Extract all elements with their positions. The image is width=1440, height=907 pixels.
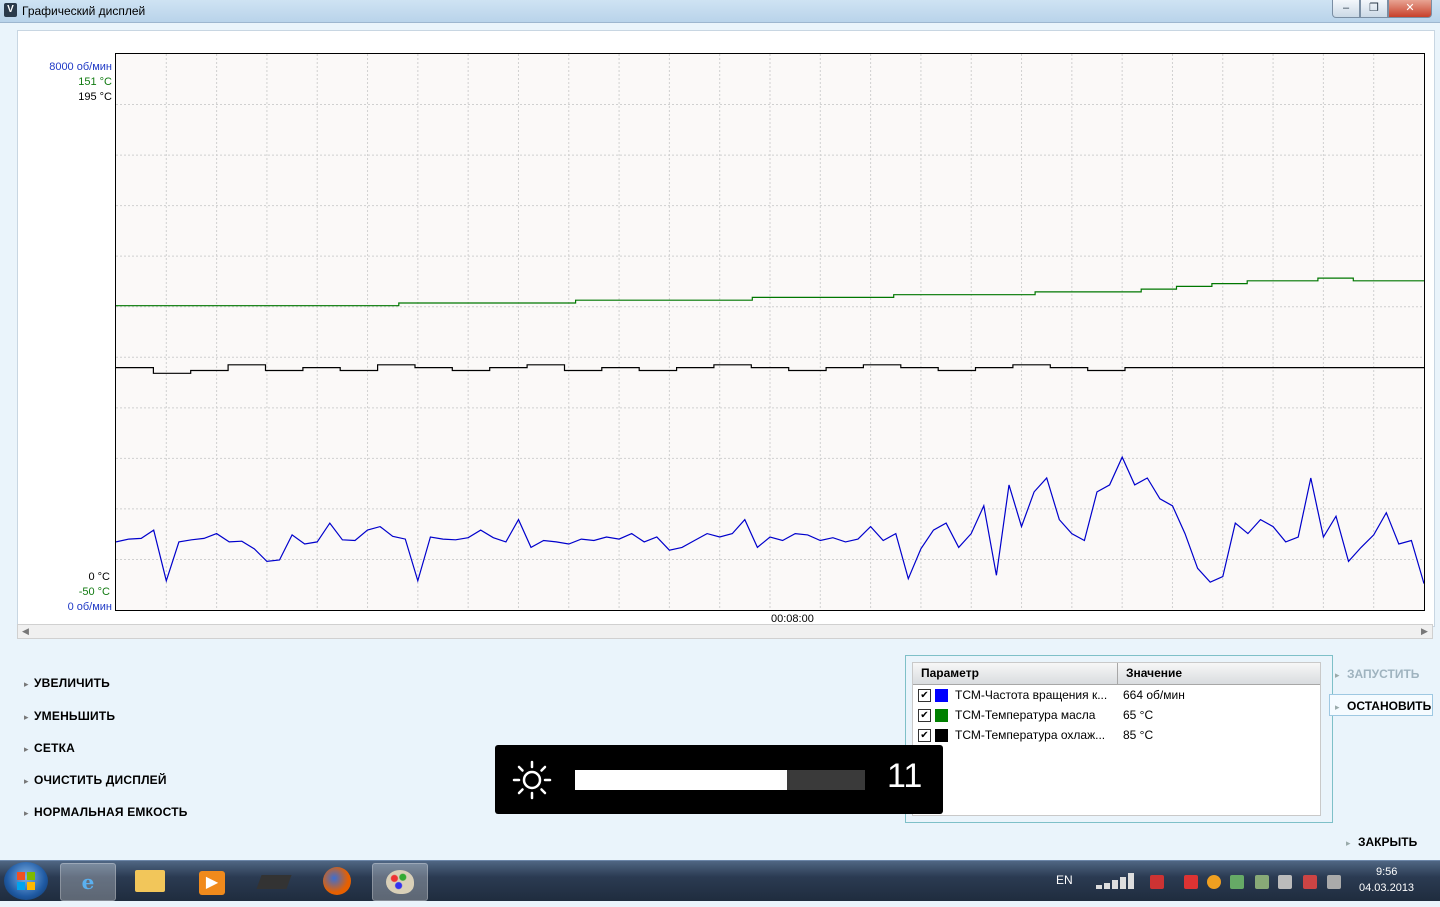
- taskbar-firefox[interactable]: [310, 863, 364, 899]
- clock-time[interactable]: 9:56: [1376, 866, 1397, 878]
- minimize-button[interactable]: –: [1332, 0, 1360, 18]
- axis-top-coolant: 195 °C: [78, 91, 112, 103]
- series-color-swatch: [935, 729, 948, 742]
- column-header-value[interactable]: Значение: [1118, 663, 1320, 684]
- horizontal-scrollbar[interactable]: ◀ ▶: [17, 624, 1433, 639]
- internet-explorer-icon: e: [81, 870, 95, 894]
- close-button[interactable]: ▸ ЗАКРЫТЬ: [1346, 835, 1417, 849]
- tray-utility-icon[interactable]: [1230, 875, 1244, 889]
- brightness-bar-fill: [575, 770, 787, 790]
- taskbar-explorer[interactable]: [123, 863, 177, 899]
- media-player-icon: ▶: [199, 871, 225, 895]
- normal-capacity-button[interactable]: ▸ НОРМАЛЬНАЯ ЕМКОСТЬ: [24, 805, 188, 819]
- stop-button[interactable]: ▸ ОСТАНОВИТЬ: [1335, 699, 1431, 713]
- table-row[interactable]: ✔ ТСМ-Частота вращения к... 664 об/мин: [913, 685, 1320, 705]
- bullet-icon: ▸: [24, 712, 29, 722]
- series-color-swatch: [935, 709, 948, 722]
- window-controls: – ❐ ✕: [1332, 0, 1432, 18]
- taskbar-app[interactable]: [247, 863, 301, 899]
- brightness-icon: [512, 760, 552, 800]
- bullet-icon: ▸: [1346, 838, 1351, 848]
- folder-icon: [135, 870, 165, 892]
- params-table: Параметр Значение ✔ ТСМ-Частота вращения…: [912, 662, 1321, 816]
- axis-top-oil: 151 °C: [78, 76, 112, 88]
- start-button[interactable]: ▸ ЗАПУСТИТЬ: [1335, 667, 1419, 681]
- language-indicator[interactable]: EN: [1056, 873, 1073, 887]
- close-window-button[interactable]: ✕: [1388, 0, 1432, 18]
- param-name: ТСМ-Температура масла: [955, 708, 1096, 722]
- bullet-icon: ▸: [24, 776, 29, 786]
- param-name: ТСМ-Температура охлаж...: [955, 728, 1106, 742]
- close-icon: ✕: [1405, 2, 1415, 14]
- bullet-icon: ▸: [24, 679, 29, 689]
- chart-svg: [115, 54, 1425, 610]
- column-header-param[interactable]: Параметр: [913, 663, 1118, 684]
- app-icon: V: [4, 3, 17, 17]
- param-value: 664 об/мин: [1123, 688, 1185, 702]
- param-value: 65 °C: [1123, 708, 1154, 722]
- bullet-icon: ▸: [24, 808, 29, 818]
- scroll-right-icon[interactable]: ▶: [1417, 625, 1432, 638]
- zoom-in-button[interactable]: ▸ УВЕЛИЧИТЬ: [24, 676, 110, 690]
- table-row[interactable]: ✔ ТСМ-Температура охлаж... 85 °C: [913, 725, 1320, 745]
- taskbar-media-player[interactable]: ▶: [185, 863, 239, 899]
- series-line-0: [115, 455, 1425, 584]
- network-icon[interactable]: [1150, 875, 1164, 889]
- axis-top-rpm: 8000 об/мин: [49, 61, 112, 73]
- bullet-icon: ▸: [1335, 670, 1340, 680]
- param-value: 85 °C: [1123, 728, 1154, 742]
- minimize-icon: –: [1342, 2, 1350, 14]
- signal-strength-icon[interactable]: [1096, 873, 1140, 889]
- wireless-off-icon[interactable]: [1303, 875, 1317, 889]
- taskbar: e ▶ EN 9:56 04.03.2013: [0, 860, 1440, 901]
- clock-date[interactable]: 04.03.2013: [1359, 882, 1414, 894]
- window-title: Графический дисплей: [22, 4, 146, 18]
- axis-bottom-rpm: 0 об/мин: [67, 601, 112, 613]
- tray-device-icon[interactable]: [1255, 875, 1269, 889]
- title-bar: V Графический дисплей – ❐ ✕: [0, 0, 1440, 23]
- maximize-button[interactable]: ❐: [1360, 0, 1388, 18]
- plot-area: [115, 53, 1425, 611]
- scanner-icon: [256, 875, 292, 889]
- taskbar-ie[interactable]: e: [60, 863, 116, 901]
- bullet-icon: ▸: [1335, 702, 1340, 712]
- windows-logo-icon: [17, 872, 35, 890]
- axis-bottom-oil: -50 °C: [78, 586, 110, 598]
- taskbar-active-app[interactable]: [372, 863, 428, 901]
- grid-button[interactable]: ▸ СЕТКА: [24, 741, 75, 755]
- start-menu-button[interactable]: [4, 862, 48, 900]
- clear-display-button[interactable]: ▸ ОЧИСТИТЬ ДИСПЛЕЙ: [24, 773, 167, 787]
- brightness-value: 11: [887, 757, 923, 795]
- params-table-header: Параметр Значение: [913, 663, 1320, 685]
- series-color-swatch: [935, 689, 948, 702]
- tray-settings-icon[interactable]: [1278, 875, 1292, 889]
- firefox-icon: [323, 867, 351, 895]
- row-checkbox[interactable]: ✔: [918, 729, 931, 742]
- paint-palette-icon: [386, 870, 414, 894]
- scroll-left-icon[interactable]: ◀: [18, 625, 33, 638]
- row-checkbox[interactable]: ✔: [918, 689, 931, 702]
- axis-bottom-coolant: 0 °C: [88, 571, 110, 583]
- action-center-icon[interactable]: [1184, 875, 1198, 889]
- tray-app-icon[interactable]: [1207, 875, 1221, 889]
- param-name: ТСМ-Частота вращения к...: [955, 688, 1108, 702]
- table-row[interactable]: ✔ ТСМ-Температура масла 65 °C: [913, 705, 1320, 725]
- bullet-icon: ▸: [24, 744, 29, 754]
- volume-muted-icon[interactable]: [1327, 875, 1341, 889]
- row-checkbox[interactable]: ✔: [918, 709, 931, 722]
- brightness-osd: 11: [495, 745, 943, 814]
- brightness-bar: [575, 770, 865, 790]
- maximize-icon: ❐: [1369, 2, 1379, 14]
- zoom-out-button[interactable]: ▸ УМЕНЬШИТЬ: [24, 709, 115, 723]
